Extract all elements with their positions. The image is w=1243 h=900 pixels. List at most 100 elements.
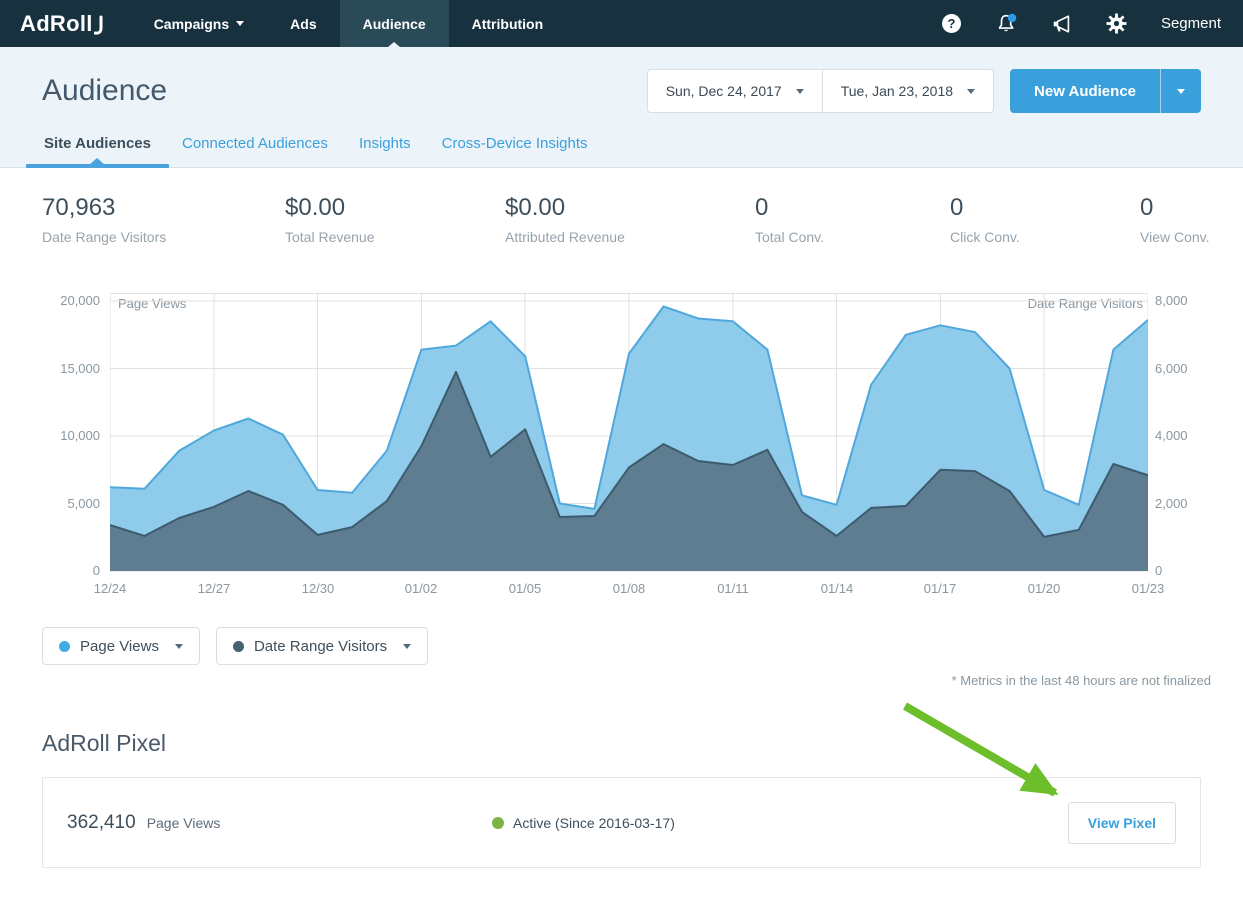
x-axis-tick: 01/23 xyxy=(1108,581,1188,596)
active-tab-notch xyxy=(89,158,105,165)
nav-item-campaigns[interactable]: Campaigns xyxy=(131,0,267,47)
summary-stats-row: 70,963 Date Range Visitors $0.00 Total R… xyxy=(0,168,1243,245)
stat-label: Total Revenue xyxy=(285,229,505,245)
tab-cross-device-insights[interactable]: Cross-Device Insights xyxy=(440,135,590,167)
right-axis-tick: 2,000 xyxy=(1155,496,1235,511)
stat-value: 0 xyxy=(1140,194,1211,222)
stat-view-conv: 0 View Conv. xyxy=(1140,194,1211,245)
left-axis-tick: 5,000 xyxy=(42,496,100,511)
notifications-icon[interactable] xyxy=(996,13,1018,35)
left-axis-tick: 15,000 xyxy=(42,361,100,376)
new-audience-button[interactable]: New Audience xyxy=(1010,69,1160,113)
svg-text:?: ? xyxy=(948,16,956,31)
new-audience-split-button: New Audience xyxy=(1010,69,1201,113)
settings-icon[interactable] xyxy=(1106,13,1128,35)
left-axis-tick: 20,000 xyxy=(42,293,100,308)
active-tab-underline xyxy=(26,164,169,168)
pixel-status: Active (Since 2016-03-17) xyxy=(492,815,1068,831)
stat-value: 0 xyxy=(755,194,950,222)
stat-label: View Conv. xyxy=(1140,229,1211,245)
stat-value: 0 xyxy=(950,194,1140,222)
stat-click-conv: 0 Click Conv. xyxy=(950,194,1140,245)
adroll-logo-text: AdRoll xyxy=(20,11,93,37)
traffic-chart: Page Views Date Range Visitors 05,00010,… xyxy=(42,293,1201,599)
end-date-value: Tue, Jan 23, 2018 xyxy=(841,83,953,99)
pixel-page-views: 362,410 Page Views xyxy=(67,812,492,834)
stat-value: $0.00 xyxy=(505,194,755,222)
stat-date-range-visitors: 70,963 Date Range Visitors xyxy=(42,194,285,245)
x-axis-tick: 12/24 xyxy=(70,581,150,596)
pixel-page-views-value: 362,410 xyxy=(67,812,136,834)
new-audience-dropdown-button[interactable] xyxy=(1160,69,1201,113)
nav-right-group: ? xyxy=(941,0,1243,47)
legend-label: Page Views xyxy=(80,638,159,655)
x-axis-tick: 01/20 xyxy=(1004,581,1084,596)
x-axis-tick: 12/30 xyxy=(278,581,358,596)
metrics-footnote: * Metrics in the last 48 hours are not f… xyxy=(0,673,1211,688)
view-pixel-button[interactable]: View Pixel xyxy=(1068,802,1176,844)
chevron-down-icon xyxy=(796,89,804,94)
left-axis-tick: 10,000 xyxy=(42,428,100,443)
date-range-group: Sun, Dec 24, 2017 Tue, Jan 23, 2018 xyxy=(647,69,994,113)
chevron-down-icon xyxy=(175,644,183,649)
top-nav: AdRoll Campaigns Ads Audience Attributio… xyxy=(0,0,1243,47)
tab-label: Connected Audiences xyxy=(182,135,328,152)
adroll-logo-curl-icon xyxy=(94,13,105,37)
chart-legend: Page Views Date Range Visitors xyxy=(42,627,1201,665)
help-icon[interactable]: ? xyxy=(941,13,963,35)
nav-item-audience[interactable]: Audience xyxy=(340,0,449,47)
x-axis-tick: 01/08 xyxy=(589,581,669,596)
tab-label: Site Audiences xyxy=(44,135,151,152)
tab-insights[interactable]: Insights xyxy=(357,135,413,167)
stat-total-conv: 0 Total Conv. xyxy=(755,194,950,245)
nav-item-ads[interactable]: Ads xyxy=(267,0,339,47)
stat-label: Total Conv. xyxy=(755,229,950,245)
chevron-down-icon xyxy=(403,644,411,649)
pixel-section-heading: AdRoll Pixel xyxy=(42,730,1201,757)
account-menu[interactable]: Segment xyxy=(1161,15,1221,32)
stat-attributed-revenue: $0.00 Attributed Revenue xyxy=(505,194,755,245)
adroll-logo[interactable]: AdRoll xyxy=(0,0,131,47)
x-axis-tick: 01/17 xyxy=(900,581,980,596)
nav-item-label: Campaigns xyxy=(154,16,229,32)
x-axis-tick: 01/14 xyxy=(797,581,877,596)
tab-label: Cross-Device Insights xyxy=(442,135,588,152)
end-date-select[interactable]: Tue, Jan 23, 2018 xyxy=(822,70,993,112)
stat-label: Click Conv. xyxy=(950,229,1140,245)
nav-item-attribution[interactable]: Attribution xyxy=(449,0,567,47)
left-axis-tick: 0 xyxy=(42,563,100,578)
page-header: Audience Sun, Dec 24, 2017 Tue, Jan 23, … xyxy=(0,47,1243,168)
right-axis-tick: 8,000 xyxy=(1155,293,1235,308)
page-title: Audience xyxy=(42,74,167,108)
stat-value: $0.00 xyxy=(285,194,505,222)
tab-label: Insights xyxy=(359,135,411,152)
right-axis-tick: 6,000 xyxy=(1155,361,1235,376)
chevron-down-icon xyxy=(236,21,244,26)
nav-item-label: Ads xyxy=(290,16,316,32)
page-views-series-dot xyxy=(59,641,70,652)
header-controls: Sun, Dec 24, 2017 Tue, Jan 23, 2018 New … xyxy=(647,69,1201,113)
start-date-value: Sun, Dec 24, 2017 xyxy=(666,83,782,99)
stat-label: Date Range Visitors xyxy=(42,229,285,245)
stat-total-revenue: $0.00 Total Revenue xyxy=(285,194,505,245)
x-axis-tick: 01/02 xyxy=(381,581,461,596)
date-range-visitors-series-dot xyxy=(233,641,244,652)
stat-label: Attributed Revenue xyxy=(505,229,755,245)
chevron-down-icon xyxy=(1177,89,1185,94)
tab-site-audiences[interactable]: Site Audiences xyxy=(42,135,153,167)
x-axis-tick: 01/05 xyxy=(485,581,565,596)
pixel-page-views-label: Page Views xyxy=(147,815,221,831)
tab-connected-audiences[interactable]: Connected Audiences xyxy=(180,135,330,167)
start-date-select[interactable]: Sun, Dec 24, 2017 xyxy=(648,70,822,112)
x-axis-tick: 12/27 xyxy=(174,581,254,596)
active-status-dot xyxy=(492,817,504,829)
legend-label: Date Range Visitors xyxy=(254,638,387,655)
nav-item-label: Attribution xyxy=(472,16,544,32)
announcements-icon[interactable] xyxy=(1051,13,1073,35)
right-axis-tick: 0 xyxy=(1155,563,1235,578)
nav-item-label: Audience xyxy=(363,16,426,32)
legend-page-views-dropdown[interactable]: Page Views xyxy=(42,627,200,665)
area-chart-plot xyxy=(110,293,1148,573)
legend-date-range-visitors-dropdown[interactable]: Date Range Visitors xyxy=(216,627,428,665)
audience-tabs: Site Audiences Connected Audiences Insig… xyxy=(42,135,1201,167)
